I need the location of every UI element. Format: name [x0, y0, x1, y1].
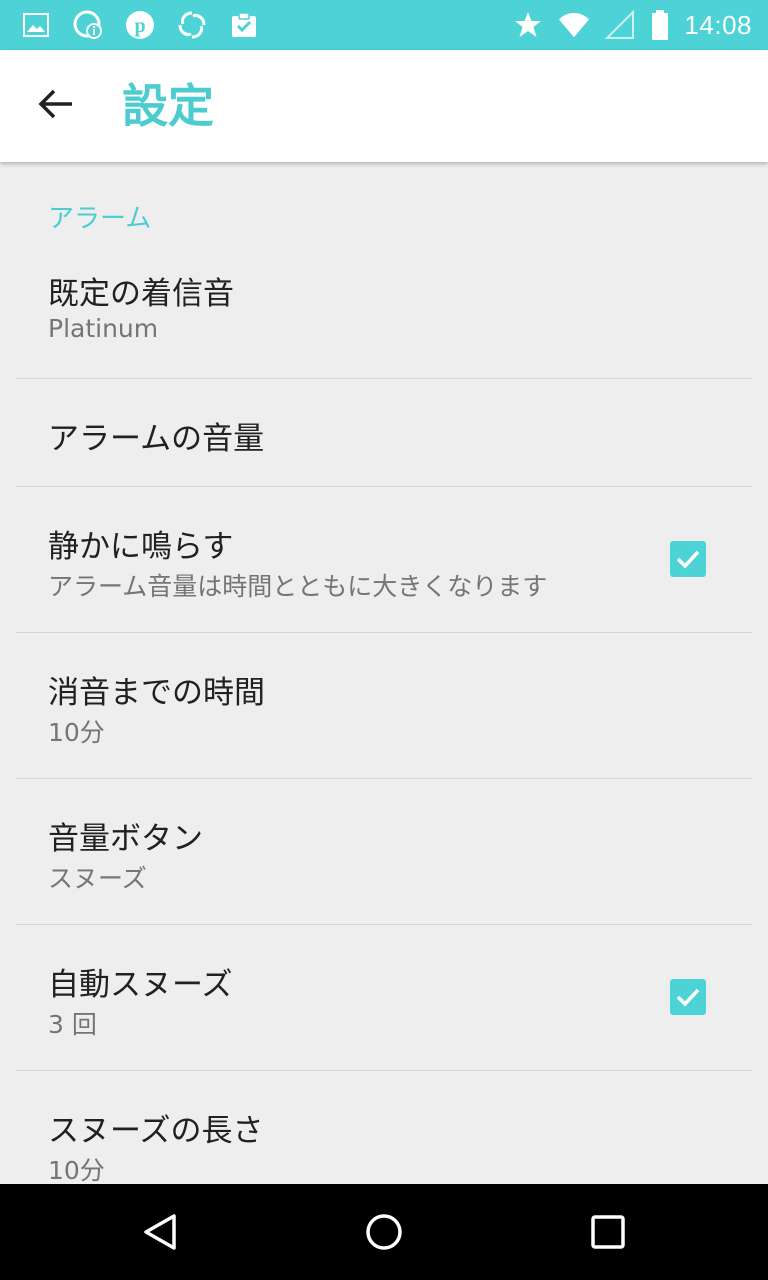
- pref-summary: Platinum: [48, 314, 159, 343]
- pref-title: 既定の着信音: [48, 276, 234, 312]
- pref-title: 静かに鳴らす: [48, 529, 234, 565]
- svg-text:p: p: [134, 15, 145, 37]
- pref-summary: 10分: [48, 718, 105, 747]
- wifi-icon: [558, 9, 590, 41]
- nav-back-button[interactable]: [130, 1202, 190, 1262]
- swirl-app-icon: [176, 9, 208, 41]
- pref-auto-snooze[interactable]: 自動スヌーズ 3 回: [0, 925, 768, 1070]
- notification-icons: p: [20, 8, 260, 42]
- status-bar: p 14:08: [0, 0, 768, 50]
- star-icon: [512, 9, 544, 41]
- nav-recents-button[interactable]: [578, 1202, 638, 1262]
- pref-alarm-volume[interactable]: アラームの音量: [0, 379, 768, 486]
- pref-summary: 10分: [48, 1156, 105, 1184]
- pref-title: 消音までの時間: [48, 675, 265, 711]
- sync-info-icon: [72, 9, 104, 41]
- auto-snooze-checkbox[interactable]: [670, 979, 706, 1015]
- page-title: 設定: [122, 79, 214, 133]
- app-bar: 設定: [0, 50, 768, 162]
- settings-list[interactable]: アラーム 既定の着信音 Platinum アラームの音量 静かに鳴らす アラーム…: [0, 162, 768, 1184]
- system-icons: 14:08: [512, 8, 752, 42]
- pref-summary: アラーム音量は時間とともに大きくなります: [48, 572, 548, 601]
- nav-home-button[interactable]: [354, 1202, 414, 1262]
- pref-title: 音量ボタン: [48, 821, 203, 857]
- pref-title: 自動スヌーズ: [48, 967, 233, 1003]
- gentle-alarm-checkbox[interactable]: [670, 541, 706, 577]
- pinterest-icon: p: [124, 9, 156, 41]
- pref-default-ringtone[interactable]: 既定の着信音 Platinum: [0, 232, 768, 378]
- task-check-icon: [228, 9, 260, 41]
- pref-title: スヌーズの長さ: [48, 1113, 264, 1149]
- check-icon: [676, 988, 700, 1007]
- back-triangle-icon: [144, 1214, 176, 1250]
- recents-square-icon: [591, 1215, 625, 1249]
- section-header-alarm: アラーム: [48, 204, 152, 234]
- battery-icon: [650, 9, 670, 41]
- pref-volume-buttons[interactable]: 音量ボタン スヌーズ: [0, 779, 768, 924]
- back-button[interactable]: [24, 74, 88, 138]
- pref-summary: スヌーズ: [48, 864, 147, 893]
- pref-title: アラームの音量: [48, 421, 265, 457]
- image-icon: [20, 9, 52, 41]
- pref-silence-after[interactable]: 消音までの時間 10分: [0, 633, 768, 778]
- pref-summary: 3 回: [48, 1010, 97, 1039]
- signal-icon: [604, 9, 636, 41]
- pref-snooze-length[interactable]: スヌーズの長さ 10分: [0, 1071, 768, 1184]
- pref-gentle-alarm[interactable]: 静かに鳴らす アラーム音量は時間とともに大きくなります: [0, 487, 768, 632]
- home-circle-icon: [366, 1214, 402, 1250]
- clock-time: 14:08: [684, 9, 752, 40]
- navigation-bar: [0, 1184, 768, 1280]
- arrow-back-icon: [38, 86, 74, 126]
- check-icon: [676, 550, 700, 569]
